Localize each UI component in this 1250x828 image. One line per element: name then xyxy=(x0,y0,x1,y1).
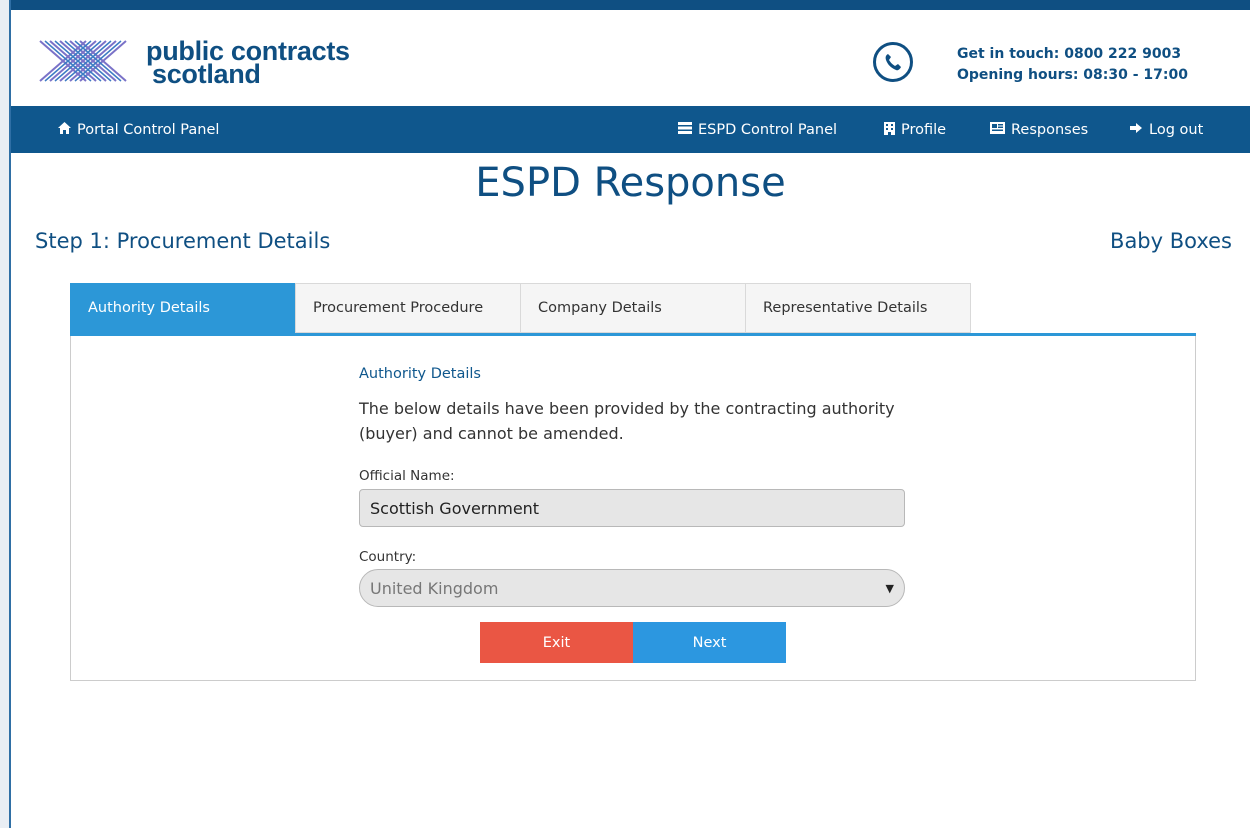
nav-log-out[interactable]: Log out xyxy=(1130,106,1203,153)
page-title: ESPD Response xyxy=(475,160,786,206)
info-text: The below details have been provided by … xyxy=(359,399,895,443)
app-window: public contracts scotland Get in touch: … xyxy=(9,0,1250,828)
nav-portal-control-panel[interactable]: Portal Control Panel xyxy=(58,106,219,153)
section-title: Authority Details xyxy=(359,366,481,382)
tab-procurement-procedure[interactable]: Procurement Procedure xyxy=(295,283,521,333)
building-icon xyxy=(884,121,895,138)
main-navbar: Portal Control Panel ESPD Control Panel … xyxy=(11,106,1250,153)
tab-label: Company Details xyxy=(538,300,662,316)
logo-mark-icon xyxy=(38,39,134,87)
official-name-field[interactable]: Scottish Government xyxy=(359,489,905,527)
tab-label: Authority Details xyxy=(88,300,210,316)
nav-profile[interactable]: Profile xyxy=(884,106,946,153)
nav-logout-label: Log out xyxy=(1149,121,1204,138)
next-button[interactable]: Next xyxy=(633,622,786,663)
logo-line-2: scotland xyxy=(152,59,261,89)
tab-authority-details[interactable]: Authority Details xyxy=(70,283,296,333)
site-header: public contracts scotland Get in touch: … xyxy=(11,10,1250,105)
newspaper-icon xyxy=(990,122,1005,137)
project-name: Baby Boxes xyxy=(1110,229,1232,253)
step-title: Step 1: Procurement Details xyxy=(35,229,331,253)
tab-label: Representative Details xyxy=(763,300,928,316)
contact-phone: Get in touch: 0800 222 9003 xyxy=(957,46,1182,62)
server-icon xyxy=(678,122,692,137)
contact-hours: Opening hours: 08:30 - 17:00 xyxy=(957,67,1188,83)
contact-info: Get in touch: 0800 222 9003 Opening hour… xyxy=(957,44,1188,86)
tab-label: Procurement Procedure xyxy=(313,300,484,316)
nav-portal-label: Portal Control Panel xyxy=(77,121,220,138)
sign-out-icon xyxy=(1130,122,1143,137)
nav-responses-label: Responses xyxy=(1011,121,1089,138)
top-strip xyxy=(11,0,1250,10)
official-name-label: Official Name: xyxy=(359,468,455,484)
exit-button[interactable]: Exit xyxy=(480,622,633,663)
tab-representative-details[interactable]: Representative Details xyxy=(745,283,971,333)
official-name-value: Scottish Government xyxy=(370,498,540,518)
country-select[interactable]: United Kingdom ▼ xyxy=(359,569,905,607)
tab-bar: Authority Details Procurement Procedure … xyxy=(70,283,1196,337)
nav-profile-label: Profile xyxy=(901,121,947,138)
tab-company-details[interactable]: Company Details xyxy=(520,283,746,333)
home-icon xyxy=(58,122,71,137)
caret-down-icon: ▼ xyxy=(885,581,894,595)
site-logo[interactable]: public contracts scotland xyxy=(38,38,350,89)
country-value: United Kingdom xyxy=(370,578,499,598)
country-label: Country: xyxy=(359,549,417,565)
nav-espd-label: ESPD Control Panel xyxy=(698,121,838,138)
phone-icon xyxy=(873,42,913,82)
logo-text: public contracts scotland xyxy=(146,38,350,89)
nav-responses[interactable]: Responses xyxy=(990,106,1088,153)
nav-espd-control-panel[interactable]: ESPD Control Panel xyxy=(678,106,837,153)
